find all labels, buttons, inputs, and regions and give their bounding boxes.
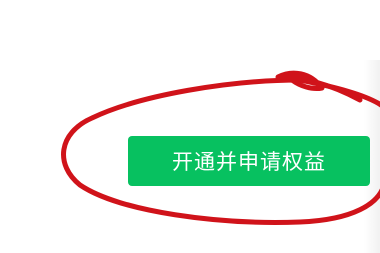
annotation-circle — [61, 70, 380, 225]
annotation-hook-stroke — [275, 70, 363, 103]
open-and-apply-button[interactable]: 开通并申请权益 — [128, 136, 370, 186]
